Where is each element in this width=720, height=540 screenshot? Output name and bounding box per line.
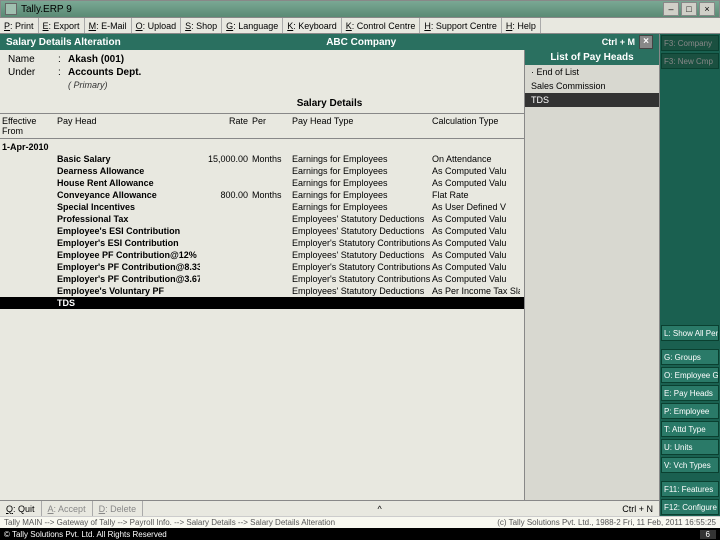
sidebar-button[interactable]: O: Employee Groups	[661, 367, 719, 383]
main-area: Salary Details Alteration ABC Company Ct…	[0, 34, 660, 516]
sidebar-button[interactable]: T: Attd Type	[661, 421, 719, 437]
sidebar: F3: Company F3: New Cmp L: Show All Period…	[660, 34, 720, 516]
name-label: Name	[8, 54, 58, 65]
menu-item[interactable]: O: Upload	[132, 18, 182, 33]
sidebar-button[interactable]: F3: New Cmp	[661, 53, 719, 69]
menu-item[interactable]: G: Language	[222, 18, 283, 33]
sidebar-button[interactable]: E: Pay Heads	[661, 385, 719, 401]
name-value: Akash (001)	[68, 54, 124, 65]
menu-item[interactable]: K: Control Centre	[342, 18, 421, 33]
list-panel-title: List of Pay Heads	[525, 50, 659, 65]
menu-item[interactable]: K: Keyboard	[283, 18, 342, 33]
close-button[interactable]: ×	[699, 2, 715, 16]
col-payhead: Pay Head	[55, 116, 200, 136]
status-bar: Tally MAIN --> Gateway of Tally --> Payr…	[0, 516, 720, 528]
sidebar-button[interactable]: P: Employee	[661, 403, 719, 419]
footer: © Tally Solutions Pvt. Ltd. All Rights R…	[0, 528, 720, 540]
sidebar-button[interactable]: F11: Features	[661, 481, 719, 497]
maximize-button[interactable]: □	[681, 2, 697, 16]
col-payheadtype: Pay Head Type	[290, 116, 430, 136]
sidebar-button[interactable]: V: Vch Types	[661, 457, 719, 473]
sidebar-button[interactable]: F3: Company	[661, 35, 719, 51]
screen-header: Salary Details Alteration ABC Company Ct…	[0, 34, 659, 50]
sidebar-button[interactable]: L: Show All Periods	[661, 325, 719, 341]
col-rate: Rate	[200, 116, 250, 136]
sidebar-button[interactable]: F12: Configure	[661, 499, 719, 515]
status-right: (c) Tally Solutions Pvt. Ltd., 1988-2 Fr…	[497, 518, 716, 527]
accept-button[interactable]: A: Accept	[42, 501, 93, 516]
quit-button[interactable]: Q: Quit	[0, 501, 42, 516]
bottom-bar: Q: Quit A: Accept D: Delete ^ Ctrl + N	[0, 500, 659, 516]
minimize-button[interactable]: ‒	[663, 2, 679, 16]
under-value: Accounts Dept.	[68, 67, 141, 78]
sidebar-button[interactable]: G: Groups	[661, 349, 719, 365]
top-menu: P: PrintE: ExportM: E-MailO: UploadS: Sh…	[0, 18, 720, 34]
screen-title: Salary Details Alteration	[6, 37, 121, 48]
menu-item[interactable]: P: Print	[0, 18, 39, 33]
breadcrumb: Tally MAIN --> Gateway of Tally --> Payr…	[4, 518, 335, 527]
list-item[interactable]: TDS	[525, 93, 659, 107]
page-number: 6	[700, 530, 716, 539]
app-icon	[5, 3, 17, 15]
menu-item[interactable]: M: E-Mail	[85, 18, 132, 33]
menu-item[interactable]: S: Shop	[181, 18, 222, 33]
col-per: Per	[250, 116, 290, 136]
list-item[interactable]: · End of List	[525, 65, 659, 79]
delete-button[interactable]: D: Delete	[93, 501, 144, 516]
menu-item[interactable]: H: Help	[502, 18, 541, 33]
panel-close-icon[interactable]: ×	[639, 35, 653, 49]
list-item[interactable]: Sales Commission	[525, 79, 659, 93]
sidebar-button[interactable]: U: Units	[661, 439, 719, 455]
list-panel: List of Pay Heads · End of ListSales Com…	[524, 50, 659, 500]
company-name: ABC Company	[121, 37, 602, 48]
under-label: Under	[8, 67, 58, 78]
window-title: Tally.ERP 9	[21, 4, 72, 15]
menu-item[interactable]: H: Support Centre	[420, 18, 502, 33]
bottom-shortcut: Ctrl + N	[616, 504, 659, 514]
col-calctype: Calculation Type	[430, 116, 520, 136]
window-titlebar: Tally.ERP 9 ‒ □ ×	[0, 0, 720, 18]
menu-item[interactable]: E: Export	[39, 18, 85, 33]
header-shortcut: Ctrl + M	[602, 37, 635, 47]
col-effective: Effective	[2, 116, 36, 126]
copyright: © Tally Solutions Pvt. Ltd. All Rights R…	[4, 530, 167, 539]
